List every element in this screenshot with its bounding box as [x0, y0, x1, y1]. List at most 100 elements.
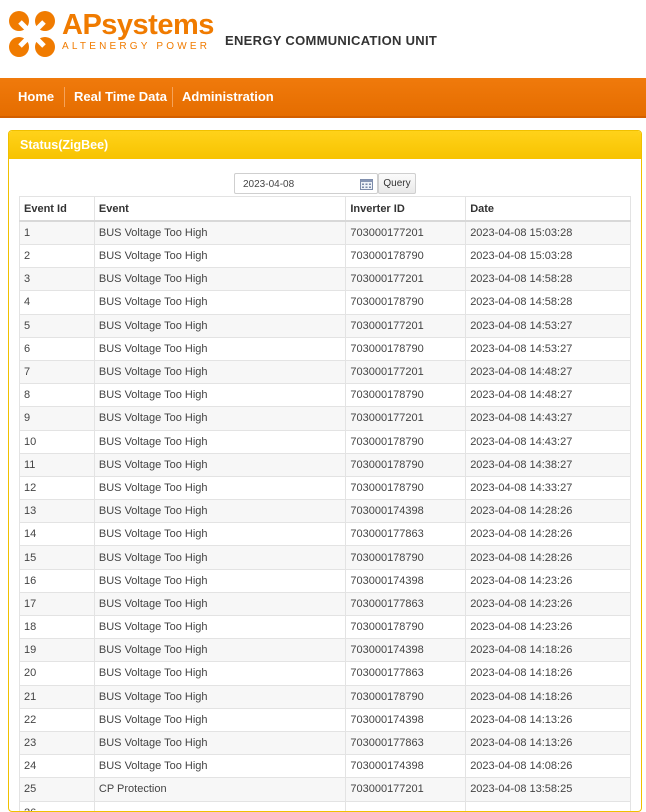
- cell-inverter-id: 703000178790: [345, 545, 467, 570]
- apsystems-logo-icon: [9, 11, 55, 57]
- table-row: 23 BUS Voltage Too High 703000177863 2023-0…: [19, 730, 631, 756]
- cell-date: 2023-04-08 14:13:26: [465, 707, 631, 732]
- table-row: 13 BUS Voltage Too High 703000174398 2023-0…: [19, 499, 631, 524]
- table-row: 10 BUS Voltage Too High 703000178790 2023-0…: [19, 429, 631, 454]
- cell-date: 2023-04-08 14:23:26: [465, 614, 631, 640]
- cell-event-id: 19: [19, 638, 95, 663]
- cell-event: BUS Voltage Too High: [93, 522, 347, 547]
- cell-date: 2023-04-08 14:53:27: [465, 313, 631, 338]
- cell-inverter-id: 703000177863: [345, 522, 467, 547]
- cell-date: 2023-04-08 14:18:26: [465, 638, 631, 663]
- cell-inverter-id: 703000177201: [345, 777, 467, 802]
- cell-inverter-id: 703000177863: [345, 730, 467, 756]
- nav-administration[interactable]: Administration: [182, 78, 274, 116]
- cell-date: 2023-04-08 14:13:26: [465, 730, 631, 756]
- table-row: 22 BUS Voltage Too High 703000174398 2023-0…: [19, 707, 631, 732]
- brand-name-ap: AP: [62, 9, 102, 41]
- cell-event-id: 7: [19, 359, 95, 385]
- cell-event: CP Protection: [93, 777, 347, 802]
- calendar-icon[interactable]: [360, 178, 373, 190]
- cell-inverter-id: 703000177863: [345, 591, 467, 617]
- cell-event-id: 12: [19, 475, 95, 501]
- cell-event: BUS Voltage Too High: [93, 591, 347, 617]
- cell-event-id: 6: [19, 336, 95, 361]
- date-input[interactable]: 2023-04-08: [234, 173, 378, 194]
- cell-inverter-id: 703000177201: [345, 267, 467, 292]
- table-row: 4 BUS Voltage Too High 703000178790 2023-04…: [19, 290, 631, 315]
- cell-inverter-id: 703000177201: [345, 220, 467, 245]
- nav-divider: [172, 87, 173, 107]
- cell-event: BUS Voltage Too High: [93, 243, 347, 269]
- nav-real-time-data[interactable]: Real Time Data: [74, 78, 167, 116]
- cell-date: 2023-04-08 14:43:27: [465, 406, 631, 431]
- cell-event-id: 9: [19, 406, 95, 431]
- table-row: 3 BUS Voltage Too High 703000177201 2023-04…: [19, 267, 631, 292]
- nav-home[interactable]: Home: [18, 78, 54, 116]
- cell-inverter-id: 703000178790: [345, 243, 467, 269]
- cell-event: BUS Voltage Too High: [93, 406, 347, 431]
- events-table: Event Id Event Inverter ID Date 1 BUS Vol…: [19, 196, 631, 811]
- cell-event: BUS Voltage Too High: [93, 730, 347, 756]
- main-nav: Home Real Time Data Administration: [0, 78, 646, 118]
- cell-event: BUS Voltage Too High: [93, 429, 347, 454]
- cell-inverter-id: 703000178790: [345, 452, 467, 477]
- header-event-id: Event Id: [19, 196, 95, 222]
- cell-event: BUS Voltage Too High: [93, 614, 347, 640]
- status-panel: Status(ZigBee) 2023-04-08 Query Event Id…: [8, 130, 642, 812]
- cell-event-id: 18: [19, 614, 95, 640]
- cell-date: 2023-04-08 14:48:27: [465, 359, 631, 385]
- table-row: 15 BUS Voltage Too High 703000178790 2023-0…: [19, 545, 631, 570]
- cell-event-id: 13: [19, 499, 95, 524]
- cell-inverter-id: 703000177201: [345, 406, 467, 431]
- cell-date: 2023-04-08 14:48:27: [465, 383, 631, 408]
- header-date: Date: [465, 196, 631, 222]
- cell-date: 2023-04-08 14:28:26: [465, 522, 631, 547]
- cell-inverter-id: 703000178790: [345, 290, 467, 315]
- cell-inverter-id: 703000177201: [345, 313, 467, 338]
- cell-date: 2023-04-08 14:18:26: [465, 684, 631, 709]
- table-row: 5 BUS Voltage Too High 703000177201 2023-04…: [19, 313, 631, 338]
- cell-inverter-id: 703000174398: [345, 638, 467, 663]
- cell-inverter-id: 703000174398: [345, 707, 467, 732]
- cell-event: BUS Voltage Too High: [93, 568, 347, 593]
- table-row: 26: [19, 800, 631, 811]
- table-header-row: Event Id Event Inverter ID Date: [19, 196, 631, 222]
- cell-event-id: 25: [19, 777, 95, 802]
- cell-date: 2023-04-08 14:28:26: [465, 499, 631, 524]
- cell-event-id: 24: [19, 754, 95, 779]
- cell-event-id: 15: [19, 545, 95, 570]
- header-inverter-id: Inverter ID: [345, 196, 467, 222]
- nav-divider: [64, 87, 65, 107]
- cell-date: 2023-04-08 14:38:27: [465, 452, 631, 477]
- cell-event-id: 10: [19, 429, 95, 454]
- cell-event-id: 14: [19, 522, 95, 547]
- header: APsystems ALTENERGY POWER ENERGY COMMUNI…: [0, 0, 646, 78]
- cell-event: BUS Voltage Too High: [93, 499, 347, 524]
- cell-inverter-id: 703000178790: [345, 684, 467, 709]
- cell-event: BUS Voltage Too High: [93, 638, 347, 663]
- cell-event: BUS Voltage Too High: [93, 336, 347, 361]
- cell-event: BUS Voltage Too High: [93, 290, 347, 315]
- cell-inverter-id: 703000178790: [345, 383, 467, 408]
- cell-date: 2023-04-08 14:28:26: [465, 545, 631, 570]
- cell-event-id: 5: [19, 313, 95, 338]
- cell-inverter-id: 703000174398: [345, 568, 467, 593]
- cell-event-id: 17: [19, 591, 95, 617]
- table-row: 19 BUS Voltage Too High 703000174398 2023-0…: [19, 638, 631, 663]
- table-body: 1 BUS Voltage Too High 703000177201 2023-04…: [19, 220, 631, 811]
- cell-date: 2023-04-08 14:58:28: [465, 290, 631, 315]
- cell-date: 2023-04-08 15:03:28: [465, 220, 631, 245]
- cell-inverter-id: 703000174398: [345, 499, 467, 524]
- cell-event: BUS Voltage Too High: [93, 475, 347, 501]
- query-button[interactable]: Query: [378, 173, 416, 194]
- cell-event-id: 23: [19, 730, 95, 756]
- table-row: 21 BUS Voltage Too High 703000178790 2023-0…: [19, 684, 631, 709]
- cell-event-id: 20: [19, 661, 95, 686]
- cell-date: 2023-04-08 14:08:26: [465, 754, 631, 779]
- cell-event-id: 1: [19, 220, 95, 245]
- cell-event: BUS Voltage Too High: [93, 707, 347, 732]
- cell-event: BUS Voltage Too High: [93, 684, 347, 709]
- cell-event: [93, 800, 347, 811]
- table-row: 8 BUS Voltage Too High 703000178790 2023-04…: [19, 383, 631, 408]
- cell-event: BUS Voltage Too High: [93, 661, 347, 686]
